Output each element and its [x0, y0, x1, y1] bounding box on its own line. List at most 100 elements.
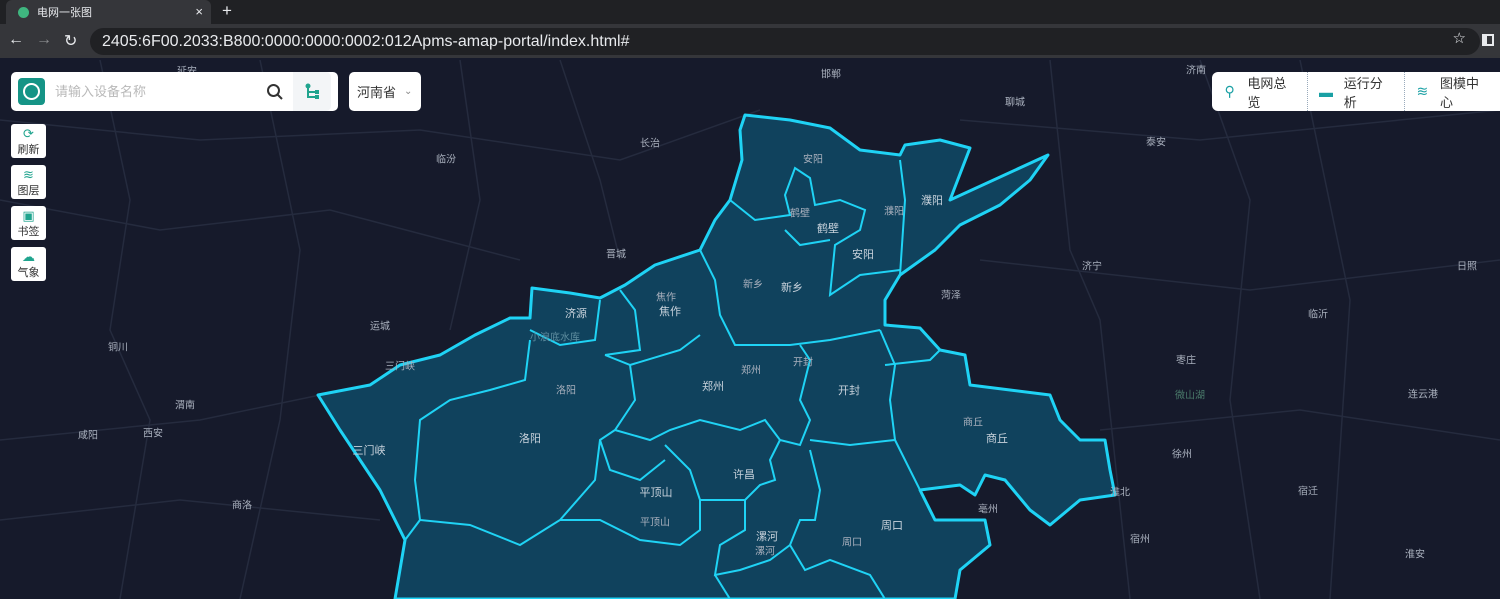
map-label: 小浪底水库	[530, 332, 580, 344]
nav-label: 运行分析	[1343, 75, 1383, 110]
browser-tab-bar: 电网一张图 × +	[0, 0, 1500, 24]
map-label: 济南	[1186, 65, 1206, 77]
map-label: 商丘	[986, 433, 1008, 445]
refresh-icon: ⟳	[23, 125, 34, 141]
map-label: 安阳	[852, 249, 874, 261]
device-search-bar	[11, 72, 338, 111]
map-label: 淮安	[1405, 549, 1425, 561]
layers-icon: ≋	[23, 166, 34, 182]
layers-icon: ≋	[1416, 83, 1429, 99]
favicon-icon	[18, 6, 29, 18]
back-button[interactable]: ←	[8, 31, 24, 49]
device-tree-button[interactable]	[293, 72, 331, 111]
nav-label: 图模中心	[1440, 75, 1480, 110]
chevron-down-icon: ⌄	[404, 86, 413, 97]
bookmark-star-icon[interactable]: ☆	[1453, 29, 1466, 47]
map-label: 鹤壁	[817, 223, 839, 235]
henan-province-region[interactable]	[316, 113, 1117, 599]
map-label: 洛阳	[556, 385, 576, 397]
weather-button[interactable]: ☁ 气象	[11, 247, 46, 281]
map-label: 漯河	[755, 546, 775, 558]
map-label: 三门峡	[385, 361, 415, 373]
map-label: 咸阳	[78, 430, 98, 442]
map-label: 商丘	[963, 417, 983, 429]
map-label: 临沂	[1308, 309, 1328, 321]
map-canvas[interactable]	[0, 58, 1500, 599]
map-label: 平顶山	[640, 517, 670, 529]
tool-label: 书签	[17, 225, 40, 238]
map-label: 鹤壁	[790, 208, 810, 220]
map-label: 连云港	[1408, 389, 1438, 401]
close-tab-icon[interactable]: ×	[195, 4, 203, 19]
address-bar[interactable]: 2405:6F00.2033:B800:0000:0000:0002:012Ap…	[90, 28, 1480, 55]
map-label: 周口	[881, 520, 903, 532]
browser-tab[interactable]: 电网一张图 ×	[6, 0, 211, 24]
top-navigation: ⚲ 电网总览 ▬ 运行分析 ≋ 图模中心	[1212, 72, 1500, 111]
nav-operation-analysis[interactable]: ▬ 运行分析	[1308, 72, 1405, 111]
map-label: 西安	[143, 428, 163, 440]
map-label: 菏泽	[941, 290, 961, 302]
map-label: 宿迁	[1298, 486, 1318, 498]
map-label: 安阳	[803, 154, 823, 166]
nav-label: 电网总览	[1247, 75, 1287, 110]
map-label: 济宁	[1082, 261, 1102, 273]
map-label: 开封	[793, 357, 813, 369]
map-label: 焦作	[659, 306, 681, 318]
map-label: 长治	[640, 138, 660, 150]
map-label: 渭南	[175, 400, 195, 412]
tool-label: 图层	[17, 184, 40, 197]
map-label: 铜川	[108, 342, 128, 354]
map-label: 运城	[370, 321, 390, 333]
map-label: 临汾	[436, 154, 456, 166]
state-grid-logo	[18, 78, 45, 105]
monitor-chart-icon: ▬	[1319, 83, 1334, 100]
map-label: 许昌	[733, 469, 755, 481]
tool-label: 刷新	[17, 143, 40, 156]
map-label: 焦作	[656, 292, 676, 304]
map-label: 开封	[838, 385, 860, 397]
map-label: 邯郸	[821, 69, 841, 81]
tree-icon	[305, 83, 319, 99]
nav-grid-overview[interactable]: ⚲ 电网总览	[1212, 72, 1309, 111]
map-label: 淮北	[1110, 487, 1130, 499]
map-label: 日照	[1457, 261, 1477, 273]
bookmark-button[interactable]: ▣ 书签	[11, 206, 46, 240]
map-label: 三门峡	[352, 445, 386, 457]
map-pin-icon: ⚲	[1224, 83, 1235, 99]
browser-toolbar: ← → ↻ 2405:6F00.2033:B800:0000:0000:0002…	[0, 24, 1500, 58]
province-select[interactable]: 河南省 ⌄	[349, 72, 421, 111]
reload-button[interactable]: ↻	[64, 31, 77, 51]
map-label: 枣庄	[1176, 355, 1196, 367]
province-selected: 河南省	[357, 85, 397, 100]
map-label: 洛阳	[519, 433, 541, 445]
refresh-button[interactable]: ⟳ 刷新	[11, 124, 46, 158]
map-label: 微山湖	[1175, 390, 1205, 402]
map-label: 徐州	[1172, 449, 1192, 461]
map-label: 商洛	[232, 500, 252, 512]
device-search-input[interactable]	[55, 84, 260, 99]
nav-model-center[interactable]: ≋ 图模中心	[1405, 72, 1500, 111]
map-label: 平顶山	[639, 487, 673, 499]
tool-label: 气象	[17, 266, 40, 279]
weather-icon: ☁	[22, 248, 35, 264]
map-label: 周口	[842, 537, 862, 549]
tab-title: 电网一张图	[37, 7, 92, 19]
map-label: 濮阳	[921, 195, 943, 207]
map-label: 郑州	[702, 381, 724, 393]
map-label: 宿州	[1130, 534, 1150, 546]
search-icon[interactable]	[263, 80, 287, 104]
forward-button[interactable]: →	[36, 31, 52, 49]
map-label: 晋城	[606, 249, 626, 261]
map-label: 济源	[565, 308, 587, 320]
map-label: 聊城	[1005, 97, 1025, 109]
map-label: 濮阳	[884, 206, 904, 218]
map-label: 郑州	[741, 365, 761, 377]
map-label: 新乡	[743, 279, 763, 291]
new-tab-button[interactable]: +	[222, 1, 232, 21]
side-panel-icon[interactable]	[1482, 34, 1494, 46]
bookmark-icon: ▣	[22, 207, 35, 223]
map-label: 亳州	[978, 504, 998, 516]
layers-button[interactable]: ≋ 图层	[11, 165, 46, 199]
map-label: 泰安	[1146, 137, 1166, 149]
map-label: 新乡	[781, 282, 803, 294]
